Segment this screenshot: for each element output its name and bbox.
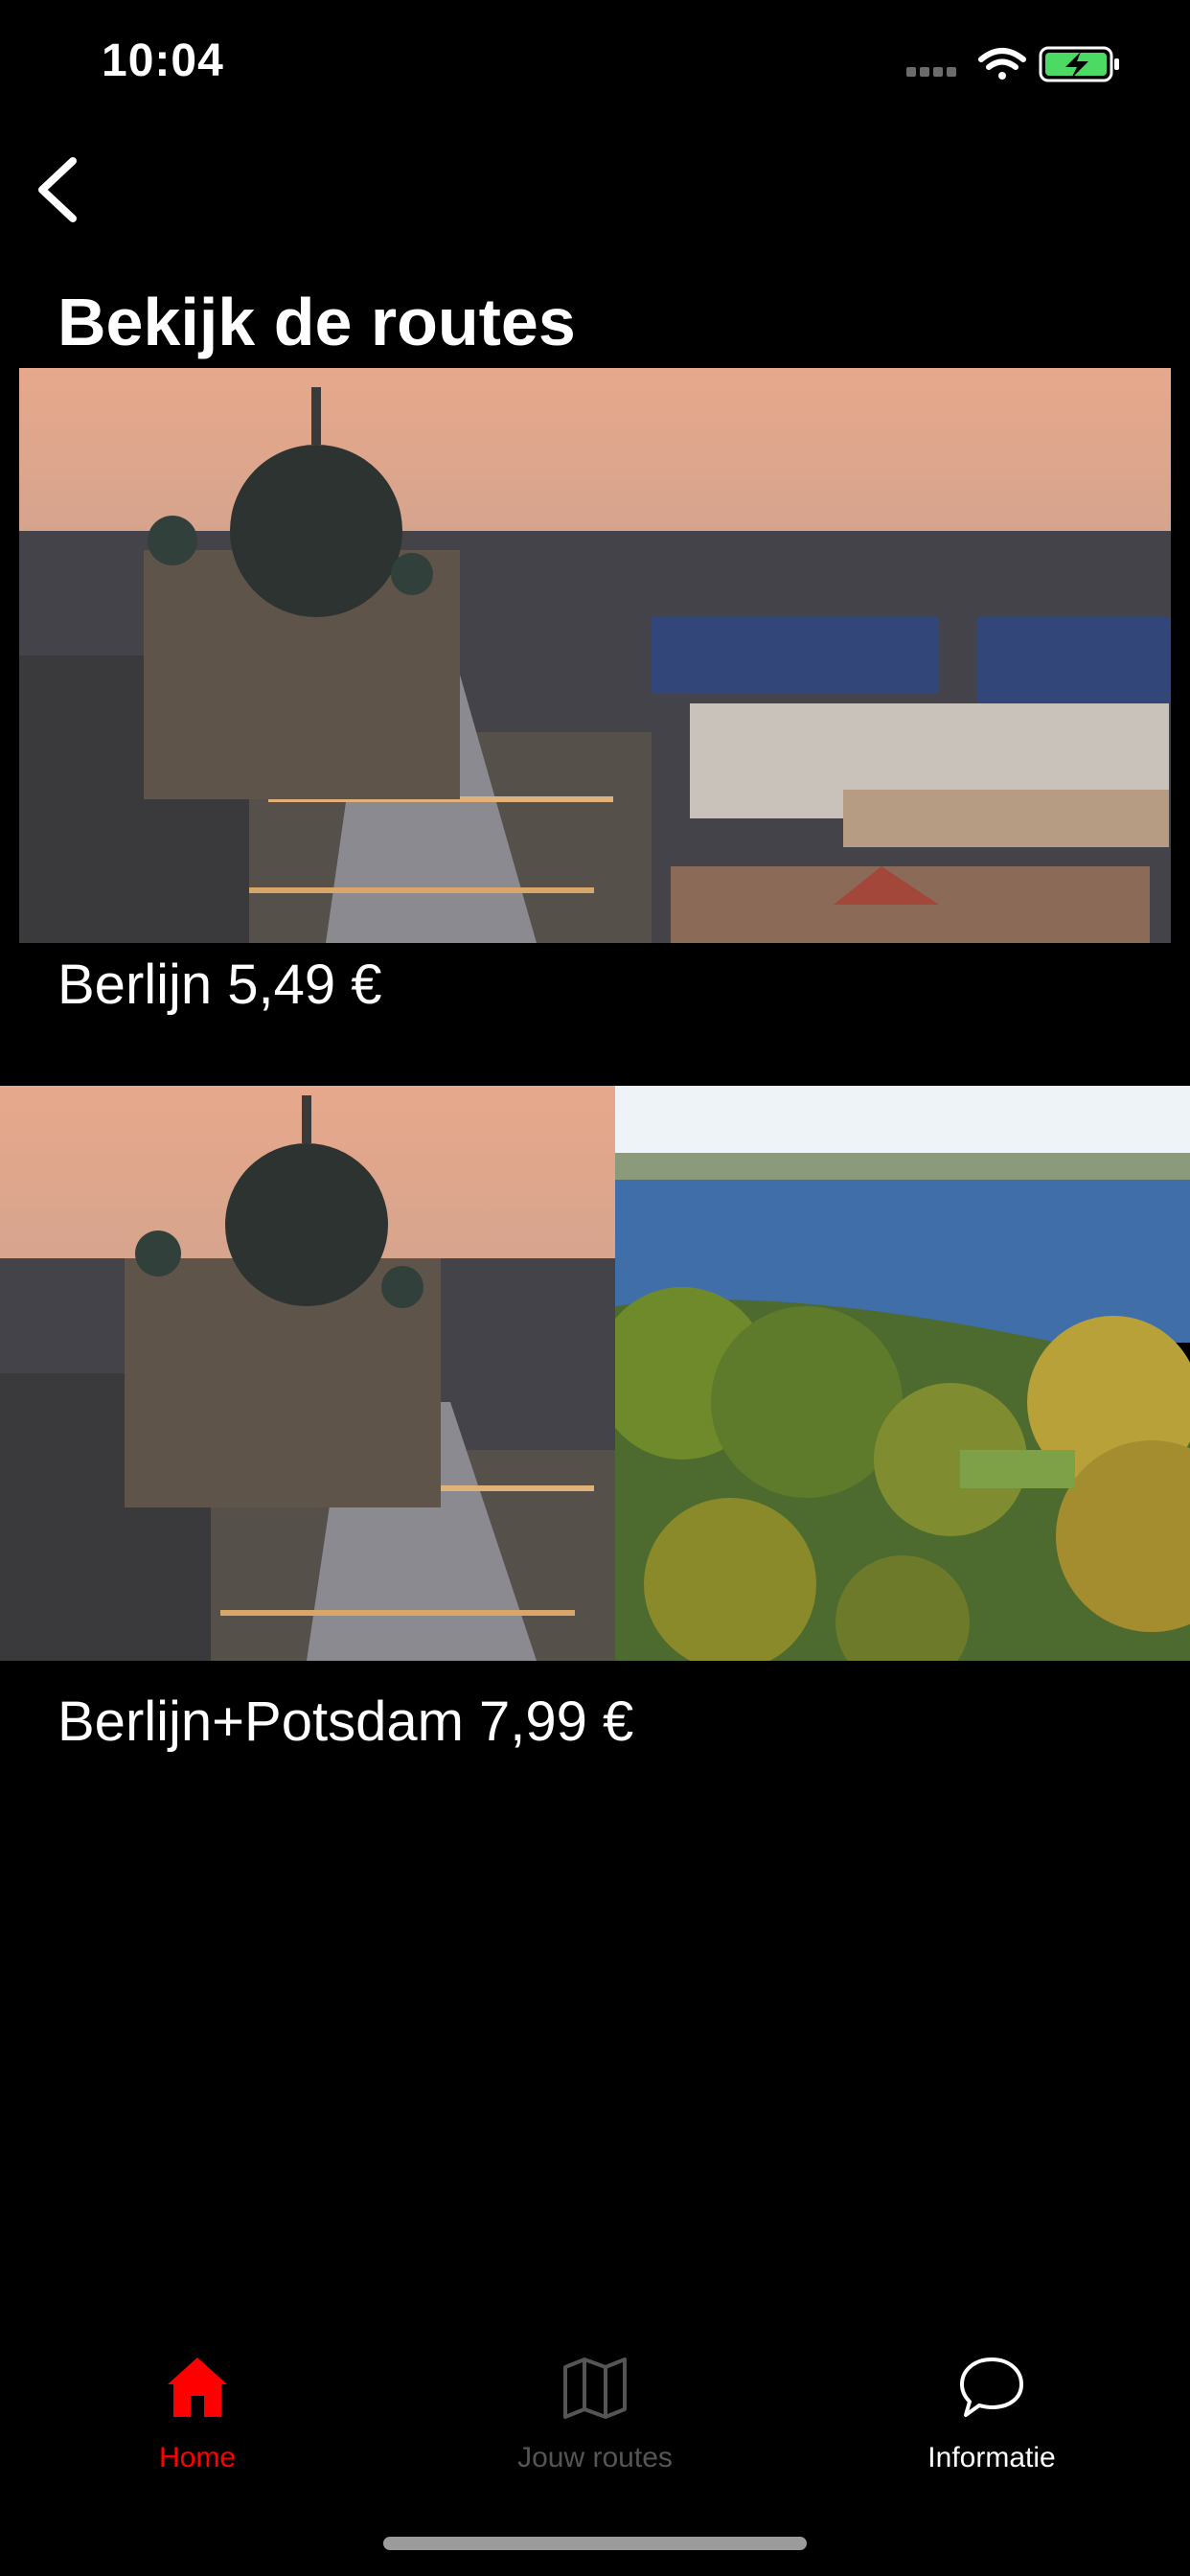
route-card-berlin-potsdam[interactable]: Berlijn+Potsdam 7,99 € — [0, 1086, 1190, 1795]
tab-label-jouw-routes: Jouw routes — [517, 2442, 673, 2473]
home-indicator[interactable] — [383, 2537, 807, 2550]
status-icons — [906, 46, 1119, 82]
berlin-cathedral-photo — [19, 368, 1171, 943]
route-card-berlin[interactable]: Berlijn 5,49 € — [0, 368, 1190, 1039]
battery-charging-icon — [1039, 46, 1119, 82]
chevron-left-icon — [38, 157, 77, 222]
chat-bubble-icon — [960, 2358, 1023, 2417]
back-button[interactable] — [27, 153, 88, 226]
tab-bar: Home Jouw routes Informatie — [0, 2310, 1190, 2501]
potsdam-lake-photo — [615, 1086, 1190, 1661]
page-title: Bekijk de routes — [57, 285, 576, 359]
tab-informatie[interactable]: Informatie — [848, 2310, 1135, 2473]
map-icon — [563, 2358, 627, 2419]
signal-icon — [906, 67, 956, 77]
tab-home[interactable]: Home — [54, 2310, 341, 2473]
wifi-icon — [978, 48, 1026, 80]
status-time: 10:04 — [102, 35, 224, 86]
route-label-berlin: Berlijn 5,49 € — [57, 954, 382, 1016]
tab-jouw-routes[interactable]: Jouw routes — [451, 2310, 739, 2473]
berlin-cathedral-photo — [0, 1086, 615, 1661]
home-icon — [168, 2358, 227, 2417]
tab-label-home: Home — [158, 2442, 237, 2473]
status-bar: 10:04 — [0, 0, 1190, 134]
route-label-berlin-potsdam: Berlijn+Potsdam 7,99 € — [57, 1690, 634, 1753]
tab-label-informatie: Informatie — [927, 2442, 1056, 2473]
